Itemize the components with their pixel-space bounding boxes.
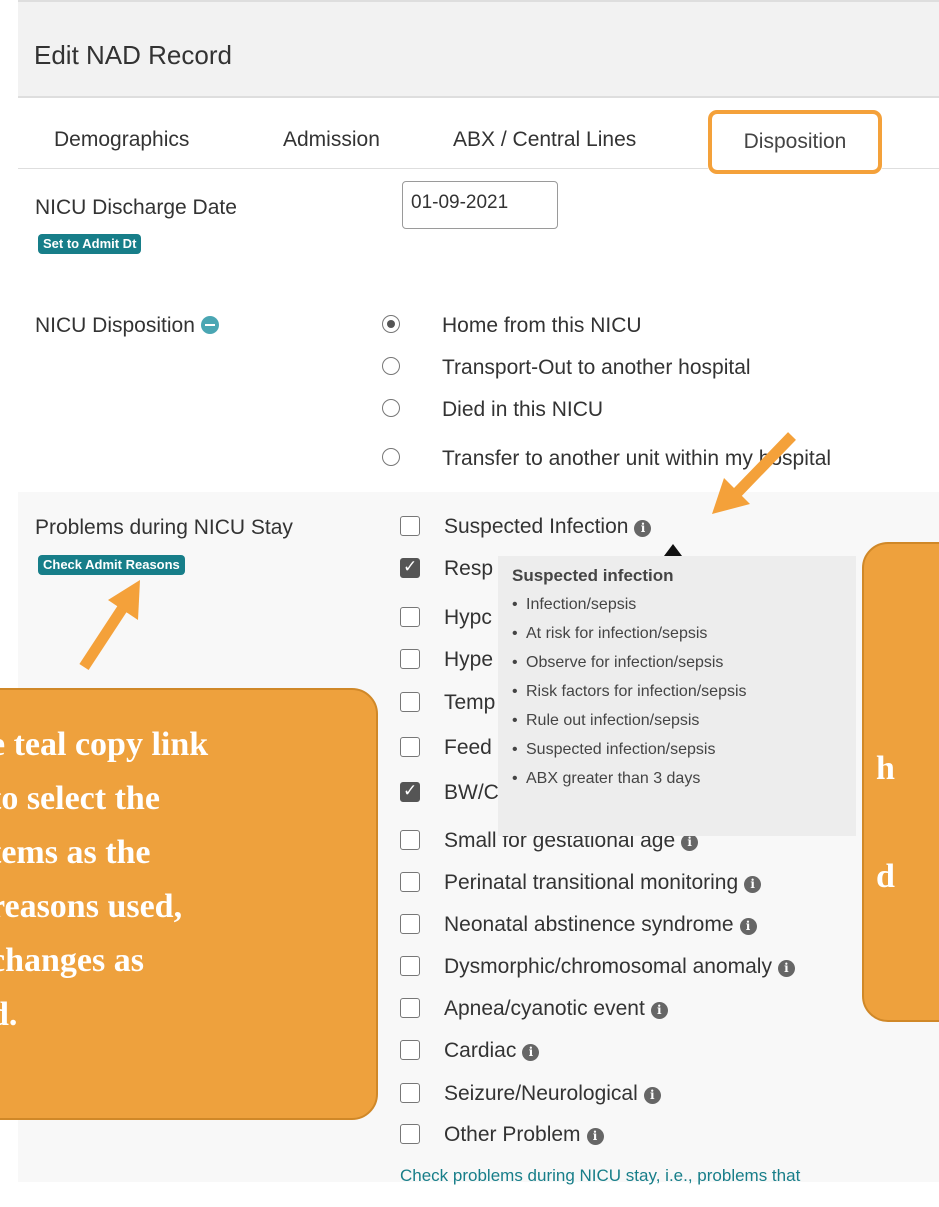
suspected-infection-tooltip: Suspected infection Infection/sepsis At … bbox=[498, 556, 856, 836]
checkbox-label: Neonatal abstinence syndrome bbox=[444, 913, 734, 936]
checkbox-label: Temp bbox=[444, 691, 496, 714]
minus-circle-icon[interactable] bbox=[200, 316, 219, 334]
checkbox-label: BW/C bbox=[444, 781, 499, 804]
discharge-date-input[interactable]: 01-09-2021 bbox=[402, 181, 558, 229]
callout-text: to select the bbox=[0, 780, 160, 817]
info-icon[interactable]: i bbox=[586, 1128, 604, 1145]
tooltip-item: Infection/sepsis bbox=[512, 590, 842, 619]
info-icon[interactable]: i bbox=[643, 1087, 661, 1104]
checkbox[interactable] bbox=[400, 737, 420, 757]
info-icon[interactable]: i bbox=[634, 520, 652, 537]
checkbox[interactable] bbox=[400, 872, 420, 892]
checkbox[interactable] bbox=[400, 914, 420, 934]
checkbox-label: Hypc bbox=[444, 606, 492, 629]
checkbox-label: Suspected Infection bbox=[444, 515, 629, 538]
info-icon[interactable]: i bbox=[681, 834, 699, 851]
checkbox-label: Other Problem bbox=[444, 1123, 581, 1146]
checkbox[interactable] bbox=[400, 692, 420, 712]
tabs-divider bbox=[882, 168, 939, 169]
checkbox-checked[interactable] bbox=[400, 554, 420, 580]
checkbox[interactable] bbox=[400, 516, 420, 536]
page-title: Edit NAD Record bbox=[34, 40, 232, 70]
checkbox-label: Hype bbox=[444, 648, 494, 671]
info-icon[interactable]: i bbox=[739, 918, 757, 935]
tab-admission[interactable]: Admission bbox=[283, 128, 380, 152]
tooltip-title: Suspected infection bbox=[512, 566, 674, 585]
info-icon[interactable]: i bbox=[650, 1002, 668, 1019]
checkbox[interactable] bbox=[400, 830, 420, 850]
tabs-divider bbox=[18, 168, 708, 169]
annotation-callout-right: h d bbox=[862, 542, 939, 1022]
discharge-date-label: NICU Discharge Date bbox=[35, 196, 237, 219]
radio-button[interactable] bbox=[382, 448, 400, 466]
tooltip-item: Observe for infection/sepsis bbox=[512, 648, 842, 677]
tooltip-item: Risk factors for infection/sepsis bbox=[512, 677, 842, 706]
tooltip-list: Infection/sepsis At risk for infection/s… bbox=[512, 590, 842, 793]
checkbox-label: Dysmorphic/chromosomal anomaly bbox=[444, 955, 772, 978]
radio-label: Transport-Out to another hospital bbox=[442, 356, 751, 379]
radio-label: Home from this NICU bbox=[442, 314, 642, 337]
callout-text: d. bbox=[0, 996, 18, 1033]
checkbox-label: Apnea/cyanotic event bbox=[444, 997, 645, 1020]
radio-label: Transfer to another unit within my hospi… bbox=[442, 447, 832, 470]
callout-text: e teal copy link bbox=[0, 726, 209, 763]
callout-text: changes as bbox=[0, 942, 144, 979]
callout-text: h bbox=[876, 750, 895, 787]
tooltip-item: Suspected infection/sepsis bbox=[512, 735, 842, 764]
checkbox[interactable] bbox=[400, 1040, 420, 1060]
callout-text: d bbox=[876, 858, 895, 895]
check-admit-reasons-button[interactable]: Check Admit Reasons bbox=[38, 555, 185, 575]
radio-button[interactable] bbox=[382, 399, 400, 417]
callout-text: reasons used, bbox=[0, 888, 183, 925]
radio-button-selected[interactable] bbox=[382, 315, 400, 333]
set-to-admit-dt-button[interactable]: Set to Admit Dt bbox=[38, 234, 142, 254]
checkbox-label: Seizure/Neurological bbox=[444, 1082, 638, 1105]
modal-header: Edit NAD Record bbox=[18, 0, 939, 98]
radio-label: Died in this NICU bbox=[442, 398, 604, 421]
tooltip-item: ABX greater than 3 days bbox=[512, 764, 842, 793]
tab-demographics[interactable]: Demographics bbox=[54, 128, 189, 152]
tooltip-arrow bbox=[664, 544, 682, 556]
checkbox-checked[interactable] bbox=[400, 778, 420, 804]
checkbox[interactable] bbox=[400, 1083, 420, 1103]
info-icon[interactable]: i bbox=[777, 960, 795, 977]
checkbox[interactable] bbox=[400, 607, 420, 627]
checkbox[interactable] bbox=[400, 1124, 420, 1144]
disposition-label-text: NICU Disposition bbox=[35, 314, 195, 337]
checkbox[interactable] bbox=[400, 649, 420, 669]
info-icon[interactable]: i bbox=[744, 876, 762, 893]
checkbox-label: Feed bbox=[444, 736, 492, 759]
checkbox[interactable] bbox=[400, 998, 420, 1018]
checkbox-label: Cardiac bbox=[444, 1039, 517, 1062]
problems-hint-text: Check problems during NICU stay, i.e., p… bbox=[400, 1166, 801, 1185]
callout-text: tems as the bbox=[0, 834, 151, 871]
info-icon[interactable]: i bbox=[522, 1044, 540, 1061]
tab-disposition[interactable]: Disposition bbox=[708, 110, 882, 174]
disposition-label: NICU Disposition bbox=[35, 314, 219, 338]
tooltip-item: At risk for infection/sepsis bbox=[512, 619, 842, 648]
problems-label: Problems during NICU Stay bbox=[35, 516, 293, 539]
checkbox-label: Perinatal transitional monitoring bbox=[444, 871, 739, 894]
radio-button[interactable] bbox=[382, 357, 400, 375]
callout-text bbox=[876, 796, 939, 850]
tab-abx-central-lines[interactable]: ABX / Central Lines bbox=[453, 128, 636, 152]
checkbox[interactable] bbox=[400, 956, 420, 976]
checkbox-label: Resp bbox=[444, 557, 494, 580]
annotation-callout-left: e teal copy link to select the tems as t… bbox=[0, 688, 378, 1120]
tooltip-item: Rule out infection/sepsis bbox=[512, 706, 842, 735]
